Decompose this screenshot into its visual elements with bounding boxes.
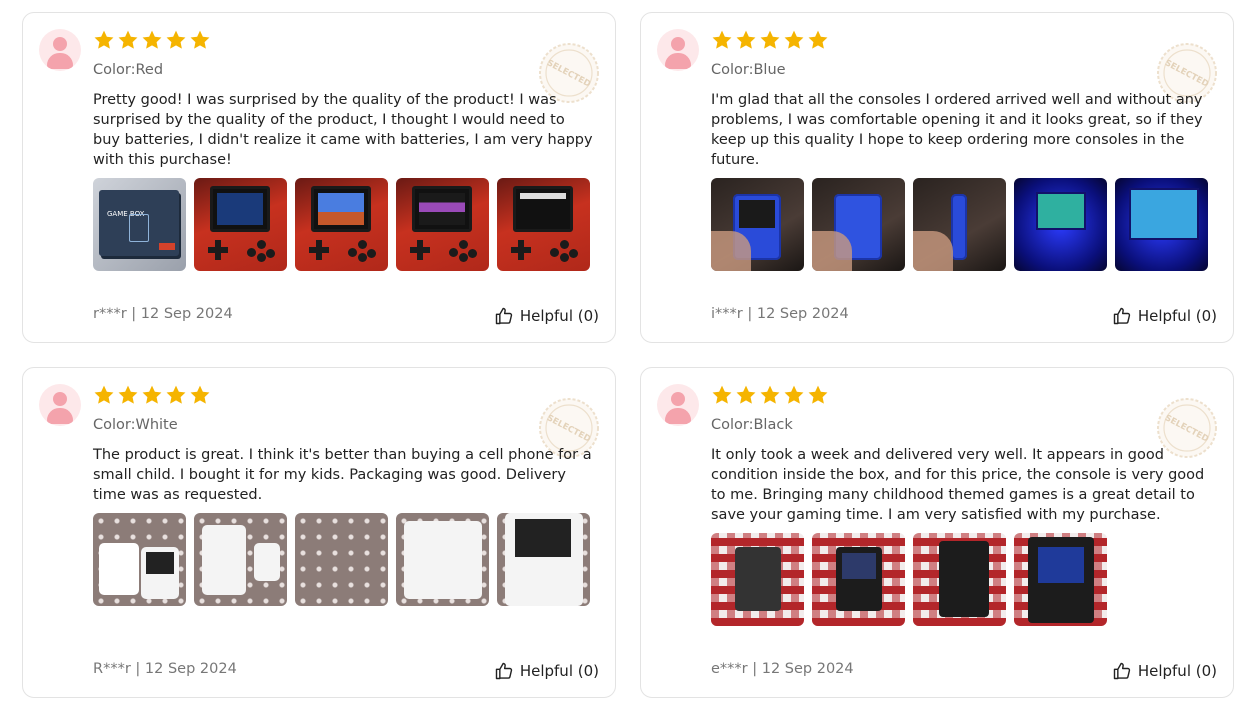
- helpful-button[interactable]: Helpful (0): [494, 306, 599, 326]
- thumbs-up-icon: [1112, 661, 1132, 681]
- star-icon: [93, 384, 115, 406]
- review-photos: GAME BOX: [93, 178, 590, 271]
- star-icon: [141, 384, 163, 406]
- review-card: Color:Blue SELECTED I'm glad that all th…: [640, 12, 1234, 343]
- review-author-date: r***r | 12 Sep 2024: [93, 306, 233, 322]
- star-icon: [165, 29, 187, 51]
- review-text: It only took a week and delivered very w…: [711, 447, 1205, 523]
- review-photo[interactable]: [1014, 178, 1107, 271]
- review-photo[interactable]: [194, 178, 287, 271]
- star-icon: [93, 29, 115, 51]
- helpful-button[interactable]: Helpful (0): [1112, 306, 1217, 326]
- review-text: Pretty good! I was surprised by the qual…: [93, 92, 593, 168]
- review-variant: Color:Blue: [711, 62, 786, 78]
- thumbs-up-icon: [1112, 306, 1132, 326]
- user-avatar-icon: [39, 29, 81, 71]
- review-photo[interactable]: GAME BOX: [93, 178, 186, 271]
- star-icon: [807, 384, 829, 406]
- review-photos: [711, 533, 1107, 626]
- review-card: Color:Red SELECTED Pretty good! I was su…: [22, 12, 616, 343]
- helpful-label: Helpful (0): [1137, 662, 1217, 680]
- helpful-button[interactable]: Helpful (0): [494, 661, 599, 681]
- star-icon: [783, 384, 805, 406]
- helpful-label: Helpful (0): [519, 307, 599, 325]
- review-photo[interactable]: [194, 513, 287, 606]
- helpful-button[interactable]: Helpful (0): [1112, 661, 1217, 681]
- star-icon: [711, 384, 733, 406]
- review-photo[interactable]: [497, 513, 590, 606]
- thumbs-up-icon: [494, 306, 514, 326]
- user-avatar-icon: [657, 384, 699, 426]
- star-icon: [165, 384, 187, 406]
- review-photo[interactable]: [913, 178, 1006, 271]
- review-text: I'm glad that all the consoles I ordered…: [711, 92, 1203, 168]
- review-variant: Color:Red: [93, 62, 164, 78]
- star-icon: [735, 384, 757, 406]
- review-photo[interactable]: [295, 178, 388, 271]
- review-photo[interactable]: [396, 513, 489, 606]
- star-icon: [141, 29, 163, 51]
- review-author-date: i***r | 12 Sep 2024: [711, 306, 849, 322]
- thumbs-up-icon: [494, 661, 514, 681]
- star-icon: [189, 384, 211, 406]
- review-photo[interactable]: [812, 533, 905, 626]
- review-text: The product is great. I think it's bette…: [93, 447, 592, 503]
- helpful-label: Helpful (0): [519, 662, 599, 680]
- star-rating: [93, 29, 211, 53]
- star-icon: [807, 29, 829, 51]
- review-photo[interactable]: [396, 178, 489, 271]
- review-photo[interactable]: [812, 178, 905, 271]
- review-photo[interactable]: [711, 533, 804, 626]
- review-variant: Color:Black: [711, 417, 793, 433]
- star-rating: [711, 384, 829, 408]
- star-icon: [735, 29, 757, 51]
- review-card: Color:White SELECTED The product is grea…: [22, 367, 616, 698]
- star-icon: [783, 29, 805, 51]
- star-icon: [711, 29, 733, 51]
- review-author-date: R***r | 12 Sep 2024: [93, 661, 237, 677]
- review-photo[interactable]: [497, 178, 590, 271]
- star-icon: [189, 29, 211, 51]
- star-icon: [117, 384, 139, 406]
- review-photos: [93, 513, 590, 606]
- review-author-date: e***r | 12 Sep 2024: [711, 661, 854, 677]
- star-rating: [711, 29, 829, 53]
- review-variant: Color:White: [93, 417, 178, 433]
- star-rating: [93, 384, 211, 408]
- review-card: Color:Black SELECTED It only took a week…: [640, 367, 1234, 698]
- helpful-label: Helpful (0): [1137, 307, 1217, 325]
- review-photos: [711, 178, 1208, 271]
- review-photo[interactable]: [295, 513, 388, 606]
- star-icon: [759, 29, 781, 51]
- star-icon: [117, 29, 139, 51]
- review-photo[interactable]: [1115, 178, 1208, 271]
- review-photo[interactable]: [913, 533, 1006, 626]
- review-photo[interactable]: [93, 513, 186, 606]
- user-avatar-icon: [39, 384, 81, 426]
- star-icon: [759, 384, 781, 406]
- user-avatar-icon: [657, 29, 699, 71]
- review-photo[interactable]: [1014, 533, 1107, 626]
- review-photo[interactable]: [711, 178, 804, 271]
